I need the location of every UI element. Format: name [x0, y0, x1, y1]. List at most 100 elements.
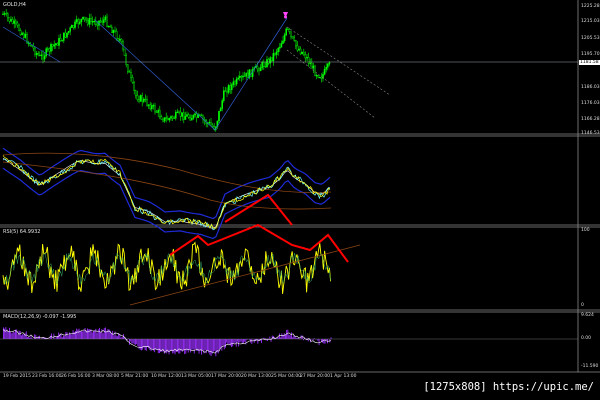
candle-body [277, 47, 280, 52]
macd-bar [4, 328, 6, 339]
candle-body [66, 32, 68, 38]
candle-body [181, 112, 184, 117]
time-label: 17 Mar 20:00 [211, 374, 242, 379]
candle-body [144, 98, 147, 101]
macd-bar [238, 339, 240, 347]
macd-bar [64, 336, 66, 339]
macd-bar [145, 339, 147, 351]
macd-bar [131, 339, 133, 344]
candle-body [245, 72, 248, 77]
macd-bar [330, 337, 332, 339]
macd-bar [301, 335, 303, 339]
macd-bar [234, 339, 236, 343]
candle-body [173, 117, 176, 120]
candle-body [157, 110, 160, 113]
candle-body [6, 13, 9, 19]
macd-bar [154, 339, 156, 353]
macd-bar [12, 331, 14, 339]
macd-bar [105, 327, 106, 339]
candle-body [288, 29, 291, 33]
macd-bar [210, 339, 212, 357]
macd-bar [69, 332, 70, 339]
macd-bar [24, 333, 26, 339]
candle-body [232, 81, 235, 85]
top-marker-dot [284, 15, 287, 19]
macd-bar [317, 339, 319, 341]
candle-body [237, 77, 240, 80]
candle-body [211, 124, 214, 127]
band-line [2, 157, 331, 229]
macd-bar [142, 339, 144, 350]
candle-body [82, 16, 84, 20]
rsi-line [2, 241, 332, 294]
chart-canvas[interactable] [0, 0, 600, 400]
macd-bar [289, 335, 291, 339]
candle-body [2, 13, 4, 15]
candle-body [283, 34, 286, 42]
candle-body [74, 21, 76, 28]
candle-body [293, 37, 296, 41]
candle-body [8, 17, 11, 22]
macd-bar [3, 327, 4, 339]
candle-body [78, 21, 81, 24]
candle-body [315, 75, 318, 77]
macd-bar [19, 331, 21, 339]
candle-body [208, 122, 211, 124]
candle-body [299, 48, 302, 55]
rsi-tick: 0 [581, 303, 584, 308]
candle-body [24, 33, 27, 38]
macd-bar [78, 328, 80, 339]
macd-bar [103, 327, 105, 339]
candle-body [64, 32, 67, 38]
macd-bar [53, 333, 55, 339]
macd-bar [287, 329, 289, 339]
macd-bar [23, 334, 25, 339]
macd-bar [220, 339, 222, 348]
macd-bar [240, 339, 242, 342]
candle-body [320, 76, 323, 79]
candle-body [187, 114, 190, 118]
macd-bar [93, 330, 94, 339]
candle-body [18, 24, 20, 31]
candle-body [219, 108, 222, 112]
chart-window: GOLD,H4 RSI(5) 64.9932 MACD(12,26,9) -0.… [0, 0, 600, 400]
candle-body [195, 113, 198, 118]
macd-bar [155, 339, 157, 350]
candle-body [242, 75, 244, 78]
candle-body [142, 98, 145, 102]
macd-bar [192, 339, 194, 350]
macd-bar [66, 332, 68, 339]
macd-bar [91, 332, 93, 339]
candle-body [59, 37, 62, 41]
candle-body [266, 59, 268, 68]
candle-body [70, 25, 73, 28]
macd-bar [237, 339, 238, 342]
macd-bar [130, 339, 132, 342]
macd-bar [73, 331, 75, 339]
candle-body [83, 16, 86, 20]
macd-bar [168, 339, 170, 355]
candle-body [34, 47, 36, 55]
candle-body [269, 57, 272, 64]
candle-body [125, 55, 127, 65]
macd-bar [77, 329, 79, 339]
macd-bar [112, 330, 114, 339]
macd-bar [10, 331, 12, 339]
candle-body [296, 45, 299, 51]
macd-bar [281, 333, 283, 339]
macd-bar [191, 339, 193, 350]
macd-bar [90, 329, 92, 339]
macd-bar [115, 335, 117, 339]
candle-body [107, 26, 110, 28]
candle-body [323, 68, 326, 75]
macd-bar [75, 331, 76, 339]
candle-body [13, 20, 15, 24]
candle-body [226, 91, 228, 93]
candle-body [10, 19, 12, 22]
candle-body [11, 19, 14, 24]
candle-body [235, 78, 238, 85]
candle-body [55, 43, 57, 46]
time-label: 23 Feb 16:00 [32, 374, 62, 379]
candle-body [240, 75, 243, 78]
candle-body [23, 33, 25, 38]
